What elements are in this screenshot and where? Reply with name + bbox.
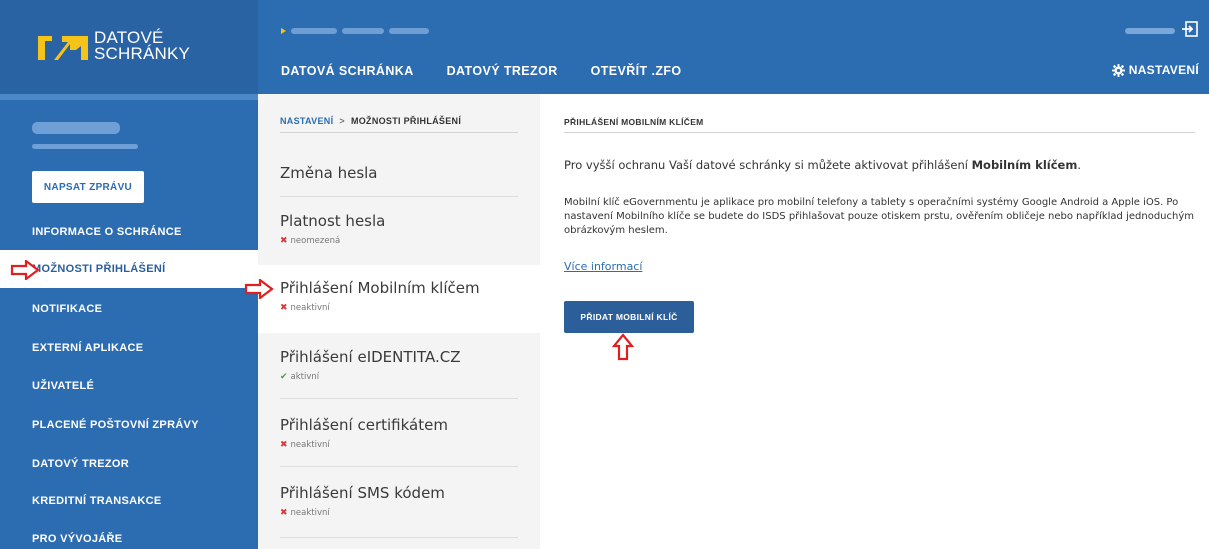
user-name-redacted [32,122,120,134]
annotation-arrow-up-icon [612,333,634,361]
annotation-arrow-right-icon [244,279,274,299]
gear-icon [1111,63,1125,77]
sidebar-item-kreditni-transakce[interactable]: KREDITNÍ TRANSAKCE [0,482,258,520]
divider [280,466,518,467]
settings-link[interactable]: NASTAVENÍ [1111,63,1199,77]
sidebar-item-informace[interactable]: INFORMACE O SCHRÁNCE [0,213,258,251]
option-status-text: aktivní [290,372,320,382]
divider [564,132,1195,133]
option-title: Změna hesla [280,164,378,182]
option-status: ✖ neomezená [280,236,340,246]
intro-bold: Mobilním klíčem [971,158,1078,172]
sidebar-item-datovy-trezor[interactable]: DATOVÝ TREZOR [0,445,258,483]
option-status: ✖ neaktivní [280,508,330,518]
option-status-text: neaktivní [290,508,330,518]
sidebar-item-placene-zpravy[interactable]: PLACENÉ POŠTOVNÍ ZPRÁVY [0,406,258,444]
nav-otevrit-zfo[interactable]: OTEVŘÍT .ZFO [591,64,682,78]
logo-text: DATOVÉ SCHRÁNKY [94,29,191,63]
option-title: Přihlášení eIDENTITA.CZ [280,348,461,366]
redacted-bar [389,28,429,34]
option-status: ✖ neaktivní [280,440,330,450]
option-title: Přihlášení certifikátem [280,416,448,434]
sidebar-item-notifikace[interactable]: NOTIFIKACE [0,290,258,328]
sidebar-item-uzivatele[interactable]: UŽIVATELÉ [0,367,258,405]
option-title: Platnost hesla [280,212,386,230]
write-message-button[interactable]: NAPSAT ZPRÁVU [32,171,144,203]
sidebar-item-pro-vyvojare[interactable]: PRO VÝVOJÁŘE [0,520,258,549]
top-header: DATOVÉ SCHRÁNKY DATOVÁ SCHRÁNKA DATOVÝ T… [0,0,1209,94]
option-status: ✔ aktivní [280,372,319,382]
content-panel: PŘIHLÁŠENÍ MOBILNÍM KLÍČEM Pro vyšší och… [540,94,1209,549]
intro-text: Pro vyšší ochranu Vaší datové schránky s… [564,158,972,172]
option-eidentita[interactable]: Přihlášení eIDENTITA.CZ ✔ aktivní [258,338,540,406]
check-icon: ✔ [280,372,288,382]
breadcrumb-separator: > [339,116,345,126]
breadcrumb-settings-link[interactable]: NASTAVENÍ [280,116,333,126]
sidebar-item-externi-aplikace[interactable]: EXTERNÍ APLIKACE [0,329,258,367]
top-navigation: DATOVÁ SCHRÁNKA DATOVÝ TREZOR OTEVŘÍT .Z… [281,64,715,78]
option-platnost-hesla[interactable]: Platnost hesla ✖ neomezená [258,198,540,266]
settings-label: NASTAVENÍ [1128,63,1199,77]
breadcrumb-current: MOŽNOSTI PŘIHLÁŠENÍ [350,116,462,126]
option-sms-kod[interactable]: Přihlášení SMS kódem ✖ neaktivní [258,472,540,540]
cross-icon: ✖ [280,508,288,518]
logo-line-2: SCHRÁNKY [94,44,191,63]
nav-datova-schranka[interactable]: DATOVÁ SCHRÁNKA [281,64,414,78]
nav-datovy-trezor[interactable]: DATOVÝ TREZOR [447,64,558,78]
option-status-text: neomezená [290,236,341,246]
divider [280,132,518,133]
app-root: DATOVÉ SCHRÁNKY DATOVÁ SCHRÁNKA DATOVÝ T… [0,0,1209,549]
redacted-bar [291,28,337,34]
cross-icon: ✖ [280,440,288,450]
breadcrumb: NASTAVENÍ > MOŽNOSTI PŘIHLÁŠENÍ [280,116,461,126]
option-title: Přihlášení Mobilním klíčem [280,279,480,297]
caret-icon [281,28,286,34]
redacted-bar [342,28,384,34]
option-status-text: neaktivní [290,303,330,313]
sidebar: NAPSAT ZPRÁVU INFORMACE O SCHRÁNCE MOŽNO… [0,94,258,549]
logo-icon [38,36,88,60]
intro-suffix: . [1077,158,1081,172]
cross-icon: ✖ [280,236,288,246]
user-redacted [1125,28,1175,34]
user-id-redacted [32,144,138,149]
annotation-arrow-right-icon [10,260,40,280]
option-certifikat[interactable]: Přihlášení certifikátem ✖ neaktivní [258,404,540,472]
divider [280,398,518,399]
description-paragraph: Mobilní klíč eGovernmentu je aplikace pr… [564,197,1194,236]
logout-icon[interactable] [1181,20,1199,38]
divider [280,196,518,197]
box-identity-redacted [281,25,429,37]
logo[interactable]: DATOVÉ SCHRÁNKY [0,0,258,94]
add-mobile-key-button[interactable]: PŘIDAT MOBILNÍ KLÍČ [564,301,694,333]
option-status: ✖ neaktivní [280,303,330,313]
option-status-text: neaktivní [290,440,330,450]
more-info-link[interactable]: Více informací [564,260,642,273]
intro-paragraph: Pro vyšší ochranu Vaší datové schránky s… [564,158,1204,172]
divider [280,537,518,538]
content-title: PŘIHLÁŠENÍ MOBILNÍM KLÍČEM [564,117,704,127]
cross-icon: ✖ [280,303,288,313]
settings-options-panel: NASTAVENÍ > MOŽNOSTI PŘIHLÁŠENÍ Změna he… [258,94,540,549]
option-mobilni-klic[interactable]: Přihlášení Mobilním klíčem ✖ neaktivní [258,265,540,333]
option-title: Přihlášení SMS kódem [280,484,445,502]
